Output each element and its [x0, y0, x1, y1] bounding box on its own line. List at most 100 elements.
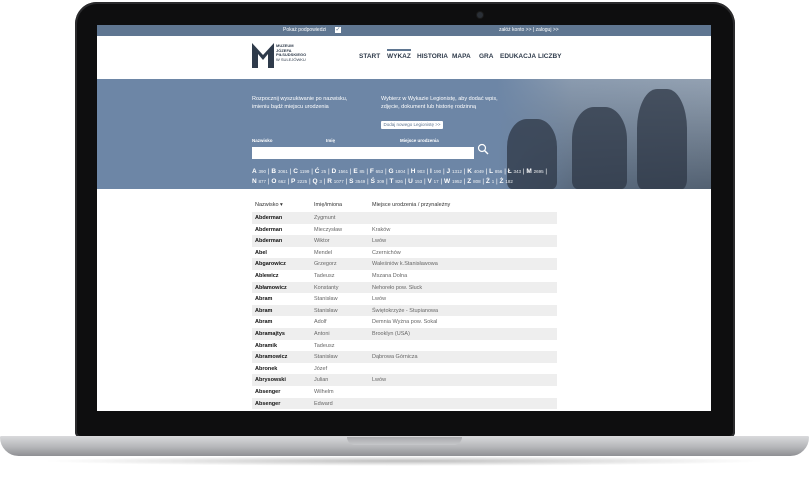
place-cell: Waleśniów k.Stanisławowa: [372, 261, 438, 268]
table-row[interactable]: Absenger Wilhelm: [252, 386, 557, 398]
place-cell: Lwów: [372, 238, 387, 245]
alphabet-letter[interactable]: A 390: [252, 168, 266, 175]
name-cell: Julian: [314, 377, 329, 384]
alphabet-letter[interactable]: Ś 309: [371, 178, 385, 185]
table-row[interactable]: Abramik Tadeusz: [252, 340, 557, 352]
table-row[interactable]: Absenger Edward: [252, 397, 557, 410]
account-links[interactable]: załóż konto >> | zaloguj >>: [499, 27, 559, 33]
alphabet-letter[interactable]: W 1952: [444, 178, 462, 185]
surname-cell: Abram: [255, 307, 273, 314]
surname-cell: Abderman: [255, 238, 283, 245]
alphabet-letter[interactable]: D 1561: [332, 168, 349, 175]
table-row[interactable]: Abronek Józef: [252, 363, 557, 375]
alphabet-letter[interactable]: T 826: [390, 178, 403, 185]
col-name[interactable]: Imię/imiona: [314, 202, 342, 208]
alphabet-letter[interactable]: R 1077: [327, 178, 344, 185]
col-place[interactable]: Miejsce urodzenia / przynależny: [372, 202, 450, 208]
place-cell: Kraków: [372, 226, 391, 233]
surname-cell: Abramowicz: [255, 354, 288, 361]
table-row[interactable]: Ablewicz Tadeusz Mszana Dolna: [252, 270, 557, 282]
alphabet-letter[interactable]: J 1312: [447, 168, 462, 175]
alphabet-letter[interactable]: Z 808: [467, 178, 480, 185]
nav-mapa[interactable]: MAPA: [452, 53, 471, 60]
name-cell: Antoni: [314, 330, 330, 337]
alphabet-letter[interactable]: M 2695: [526, 168, 543, 175]
surname-cell: Abłamowicz: [255, 284, 287, 291]
museum-logo-icon[interactable]: [252, 43, 274, 68]
alphabet-letter[interactable]: Ć 25: [315, 168, 327, 175]
table-row[interactable]: Abel Mendel Czernichów: [252, 247, 557, 259]
table-row[interactable]: Abram Stanisław Świętokrzyże - Stupianowa: [252, 304, 557, 317]
name-cell: Grzegorz: [314, 261, 337, 268]
surname-cell: Ablewicz: [255, 272, 279, 279]
alphabet-letter[interactable]: B 3061: [271, 168, 288, 175]
nav-wykaz[interactable]: WYKAZ: [387, 49, 411, 60]
place-cell: Nehoreło pow. Słuck: [372, 284, 423, 291]
name-cell: Wilhelm: [314, 388, 334, 395]
place-input[interactable]: [400, 147, 474, 159]
place-cell: Demnia Wyżna pow. Sokal: [372, 319, 438, 326]
table-row[interactable]: Abram Stanisław Lwów: [252, 293, 557, 305]
nav-start[interactable]: START: [359, 53, 380, 60]
place-cell: Dąbrowa Górnicza: [372, 354, 418, 361]
name-cell: Stanisław: [314, 296, 338, 303]
surname-cell: Absenger: [255, 400, 281, 407]
alphabet-letter[interactable]: V 17: [428, 178, 439, 185]
surname-input[interactable]: [252, 147, 326, 159]
name-cell: Edward: [314, 400, 333, 407]
surname-cell: Abronek: [255, 365, 278, 372]
surname-cell: Abderman: [255, 215, 283, 221]
nav-liczby[interactable]: LICZBY: [538, 53, 561, 60]
alphabet-letter[interactable]: I 190: [430, 168, 441, 175]
alphabet-letter[interactable]: L 856: [489, 168, 502, 175]
nav-historia[interactable]: HISTORIA: [417, 53, 448, 60]
place-cell: Czernichów: [372, 249, 401, 256]
alphabet-letter[interactable]: Ł 343: [508, 168, 521, 175]
name-cell: Stanisław: [314, 354, 338, 361]
table-row[interactable]: Abderman Mieczysław Kraków: [252, 224, 557, 236]
alphabet-letter[interactable]: H 903: [411, 168, 425, 175]
name-cell: Adolf: [314, 319, 327, 326]
table-row[interactable]: Abrysowski Julian Lwów: [252, 374, 557, 386]
table-row[interactable]: Abram Adolf Demnia Wyżna pow. Sokal: [252, 316, 557, 328]
table-row[interactable]: Abderman Zygmunt: [252, 212, 557, 224]
alphabet-letter[interactable]: Ż 182: [500, 178, 513, 185]
alphabet-letter[interactable]: E 85: [353, 168, 364, 175]
add-legionnaire-button[interactable]: Dodaj nowego Legionistę >>: [381, 121, 443, 129]
table-row[interactable]: Abgarowicz Grzegorz Waleśniów k.Stanisławo…: [252, 258, 557, 270]
place-label: Miejsce urodzenia: [400, 138, 439, 143]
table-row[interactable]: Abramajtys Antoni Brooklyn (USA): [252, 327, 557, 340]
alphabet-letter[interactable]: P 2225: [291, 178, 307, 185]
alphabet-letter[interactable]: F 653: [370, 168, 383, 175]
laptop-shadow: [40, 456, 769, 466]
table-row[interactable]: Abramowicz Stanisław Dąbrowa Górnicza: [252, 351, 557, 363]
name-input[interactable]: [326, 147, 400, 159]
name-cell: Mendel: [314, 249, 333, 256]
alphabet-letter[interactable]: S 3549: [349, 178, 365, 185]
alphabet-letter[interactable]: Q 3: [313, 178, 322, 185]
alphabet-letter[interactable]: K 4049: [467, 168, 484, 175]
nav-edukacja[interactable]: EDUKACJA: [500, 53, 536, 60]
alphabet-letter[interactable]: N 877: [252, 178, 266, 185]
alphabet-letter[interactable]: Ż 1: [486, 178, 494, 185]
col-surname[interactable]: Nazwisko ▾: [255, 202, 283, 208]
alphabet-letter[interactable]: O 662: [271, 178, 285, 185]
table-header: Nazwisko ▾ Imię/imiona Miejsce urodzenia…: [252, 198, 557, 212]
search-icon[interactable]: [477, 143, 489, 155]
surname-cell: Abram: [255, 319, 273, 326]
table-row[interactable]: Abderman Wiktor Lwów: [252, 235, 557, 247]
name-cell: Mieczysław: [314, 226, 343, 233]
laptop-notch: [347, 437, 462, 445]
surname-cell: Abgarowicz: [255, 261, 286, 268]
nav-gra[interactable]: GRA: [479, 53, 493, 60]
name-cell: Tadeusz: [314, 342, 335, 349]
hero-left-text: Rozpocznij wyszukiwanie po nazwisku, imi…: [252, 96, 348, 110]
alphabet-letter[interactable]: U 153: [408, 178, 422, 185]
alphabet-letter[interactable]: G 1804: [389, 168, 406, 175]
camera-icon: [477, 12, 483, 18]
alphabet-letter[interactable]: C 1199: [293, 168, 309, 175]
place-cell: Lwów: [372, 377, 387, 384]
surname-cell: Abram: [255, 296, 273, 303]
table-row[interactable]: Abłamowicz Konstanty Nehoreło pow. Słuck: [252, 281, 557, 294]
show-hints-checkbox[interactable]: ✓: [335, 27, 341, 33]
